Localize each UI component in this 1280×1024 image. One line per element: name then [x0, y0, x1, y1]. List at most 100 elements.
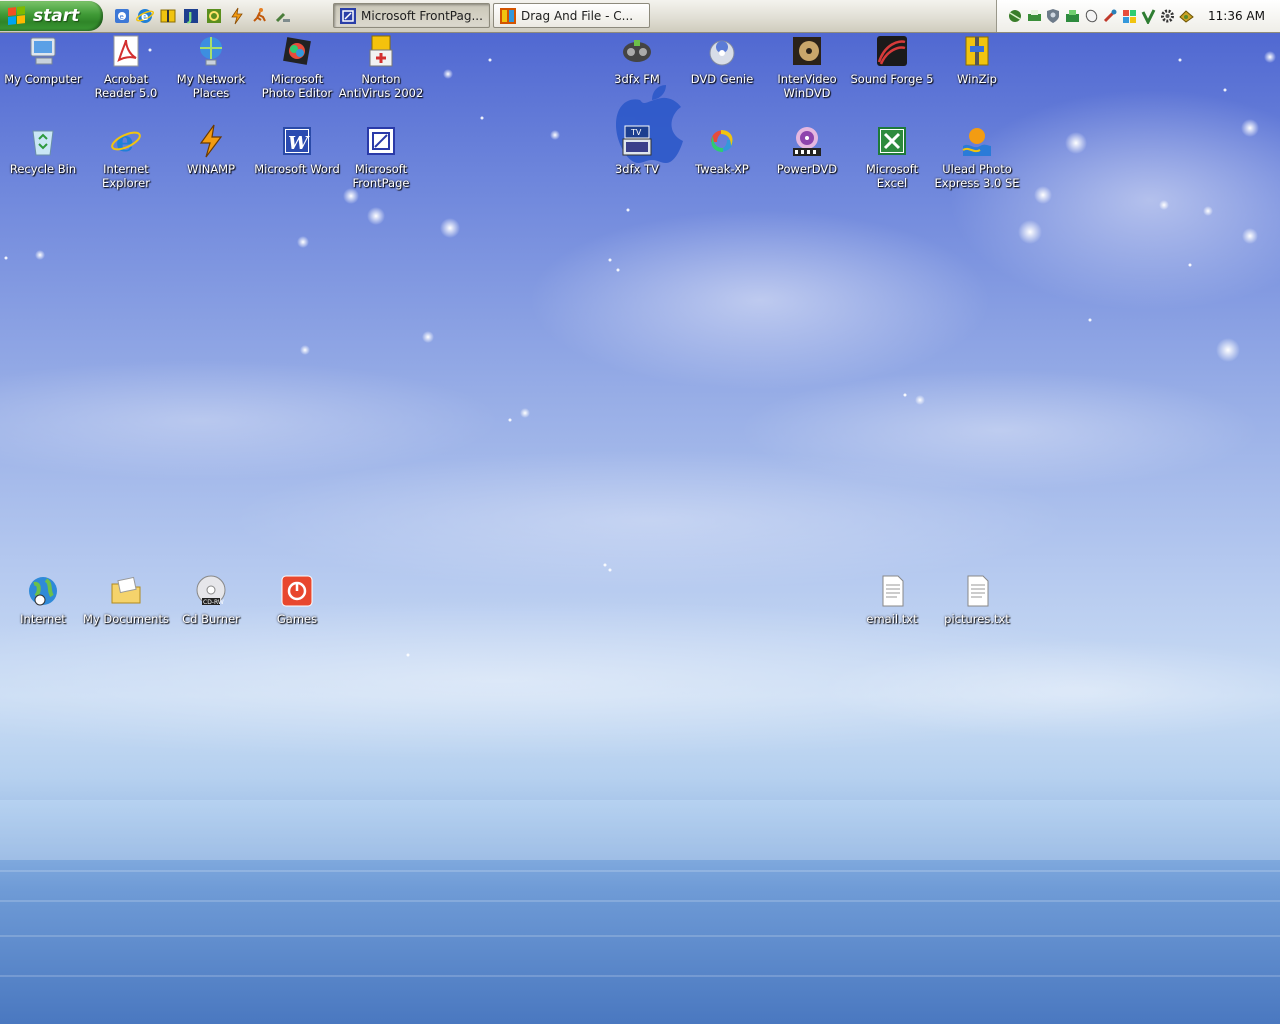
runner-icon[interactable]	[250, 6, 270, 26]
desktop-icon-microsoft-excel[interactable]: Microsoft Excel	[849, 124, 935, 190]
svg-text:TV: TV	[630, 128, 642, 137]
desktop-icon-3dfx-fm[interactable]: 3dfx FM	[594, 34, 680, 86]
windvd-icon	[790, 34, 824, 68]
shield-icon[interactable]	[1045, 8, 1062, 24]
text-file-icon	[960, 574, 994, 608]
quick-launch-bar: e e J	[112, 6, 293, 26]
desktop-icon-winzip[interactable]: WinZip	[934, 34, 1020, 86]
svg-text:J: J	[187, 10, 192, 24]
icon-label: Cd Burner	[182, 612, 240, 626]
icon-label: My Documents	[83, 612, 169, 626]
task-label: Drag And File - C...	[521, 8, 634, 23]
desktop-icon-my-computer[interactable]: My Computer	[0, 34, 86, 86]
icon-label: My Network Places	[176, 72, 246, 100]
text-file-icon	[875, 574, 909, 608]
desktop-icon-sound-forge[interactable]: Sound Forge 5	[849, 34, 935, 86]
ulead-icon	[960, 124, 994, 158]
icon-label: My Computer	[4, 72, 82, 86]
show-desktop-icon[interactable]: e	[112, 6, 132, 26]
clock[interactable]: 11:36 AM	[1208, 9, 1265, 23]
antivirus-icon[interactable]	[1140, 8, 1157, 24]
printer-icon[interactable]	[1026, 8, 1043, 24]
taskbar: start e e J Microsoft FrontPag... Drag A…	[0, 0, 1280, 33]
system-tray: 11:36 AM	[996, 0, 1280, 32]
taskbar-button-frontpage[interactable]: Microsoft FrontPag...	[333, 3, 490, 28]
svg-text:e: e	[116, 125, 134, 158]
desktop-icon-microsoft-frontpage[interactable]: Microsoft FrontPage	[338, 124, 424, 190]
desktop-icon-ulead-photo-express[interactable]: Ulead Photo Express 3.0 SE	[934, 124, 1020, 190]
icon-label: Recycle Bin	[9, 162, 77, 176]
sound-forge-icon	[875, 34, 909, 68]
icon-label: DVD Genie	[690, 72, 754, 86]
tweak-xp-icon	[705, 124, 739, 158]
icon-label: Ulead Photo Express 3.0 SE	[934, 162, 1020, 190]
icon-label: InterVideo WinDVD	[777, 72, 837, 100]
winzip-icon[interactable]	[158, 6, 178, 26]
frontpage-icon	[340, 7, 356, 24]
gear-icon[interactable]	[1159, 8, 1176, 24]
icon-label: Tweak-XP	[695, 162, 749, 176]
icon-label: Microsoft Excel	[865, 162, 919, 190]
network-places-icon	[194, 34, 228, 68]
svg-text:e: e	[120, 13, 124, 21]
desktop-icon-intervideo-windvd[interactable]: InterVideo WinDVD	[764, 34, 850, 100]
acrobat-icon	[109, 34, 143, 68]
start-label: start	[33, 6, 80, 26]
power-icon	[280, 574, 314, 608]
internet-explorer-icon: e	[109, 124, 143, 158]
folder-icon	[109, 574, 143, 608]
start-button[interactable]: start	[0, 1, 103, 31]
globe-icon	[26, 574, 60, 608]
tool-icon[interactable]	[1102, 8, 1119, 24]
messenger-icon[interactable]	[1178, 8, 1195, 24]
network-icon[interactable]	[1007, 8, 1024, 24]
icon-label: 3dfx TV	[614, 162, 660, 176]
icon-label: Sound Forge 5	[850, 72, 934, 86]
icon-label: PowerDVD	[776, 162, 838, 176]
desktop-icon-powerdvd[interactable]: PowerDVD	[764, 124, 850, 176]
recycle-bin-icon	[26, 124, 60, 158]
svg-text:e: e	[141, 10, 148, 23]
task-label: Microsoft FrontPag...	[361, 8, 483, 23]
excel-icon	[875, 124, 909, 158]
icon-label: Games	[276, 612, 318, 626]
icon-label: WinZip	[957, 72, 997, 86]
cd-icon: CD-RW	[194, 574, 228, 608]
desktop-icon-cd-burner[interactable]: CD-RW Cd Burner	[168, 574, 254, 626]
desktop-icon-my-documents[interactable]: My Documents	[83, 574, 169, 626]
windows-logo-icon	[8, 6, 26, 26]
volume-icon[interactable]	[1121, 8, 1138, 24]
svg-text:CD-RW: CD-RW	[203, 599, 224, 606]
desktop-icon-email-txt[interactable]: email.txt	[849, 574, 935, 626]
icon-label: Acrobat Reader 5.0	[94, 72, 158, 100]
internet-explorer-icon[interactable]: e	[135, 6, 155, 26]
sync-icon[interactable]	[1064, 8, 1081, 24]
svg-text:W: W	[288, 133, 310, 154]
tools-icon[interactable]	[273, 6, 293, 26]
refresh-icon[interactable]	[204, 6, 224, 26]
desktop-icon-acrobat-reader[interactable]: Acrobat Reader 5.0	[83, 34, 169, 100]
icon-label: Internet Explorer	[102, 162, 150, 190]
desktop-icon-microsoft-word[interactable]: W Microsoft Word	[254, 124, 340, 176]
desktop-icon-pictures-txt[interactable]: pictures.txt	[934, 574, 1020, 626]
computer-icon	[26, 34, 60, 68]
desktop-icon-internet[interactable]: Internet	[0, 574, 86, 626]
drag-and-file-icon	[500, 7, 516, 24]
mouse-icon[interactable]	[1083, 8, 1100, 24]
winamp-icon[interactable]	[227, 6, 247, 26]
desktop-icon-my-network-places[interactable]: My Network Places	[168, 34, 254, 100]
j-icon[interactable]: J	[181, 6, 201, 26]
icon-label: Microsoft Photo Editor	[261, 72, 333, 100]
photo-editor-icon	[280, 34, 314, 68]
taskbar-button-drag-and-file[interactable]: Drag And File - C...	[493, 3, 650, 28]
desktop-icon-games[interactable]: Games	[254, 574, 340, 626]
desktop-icon-recycle-bin[interactable]: Recycle Bin	[0, 124, 86, 176]
desktop-icon-tweak-xp[interactable]: Tweak-XP	[679, 124, 765, 176]
desktop-icon-dvd-genie[interactable]: DVD Genie	[679, 34, 765, 86]
desktop-icon-3dfx-tv[interactable]: TV 3dfx TV	[594, 124, 680, 176]
desktop-icon-photo-editor[interactable]: Microsoft Photo Editor	[254, 34, 340, 100]
desktop-icon-internet-explorer[interactable]: e Internet Explorer	[83, 124, 169, 190]
desktop-icon-winamp[interactable]: WINAMP	[168, 124, 254, 176]
desktop-icon-norton-antivirus[interactable]: Norton AntiVirus 2002	[338, 34, 424, 100]
winzip-icon	[960, 34, 994, 68]
